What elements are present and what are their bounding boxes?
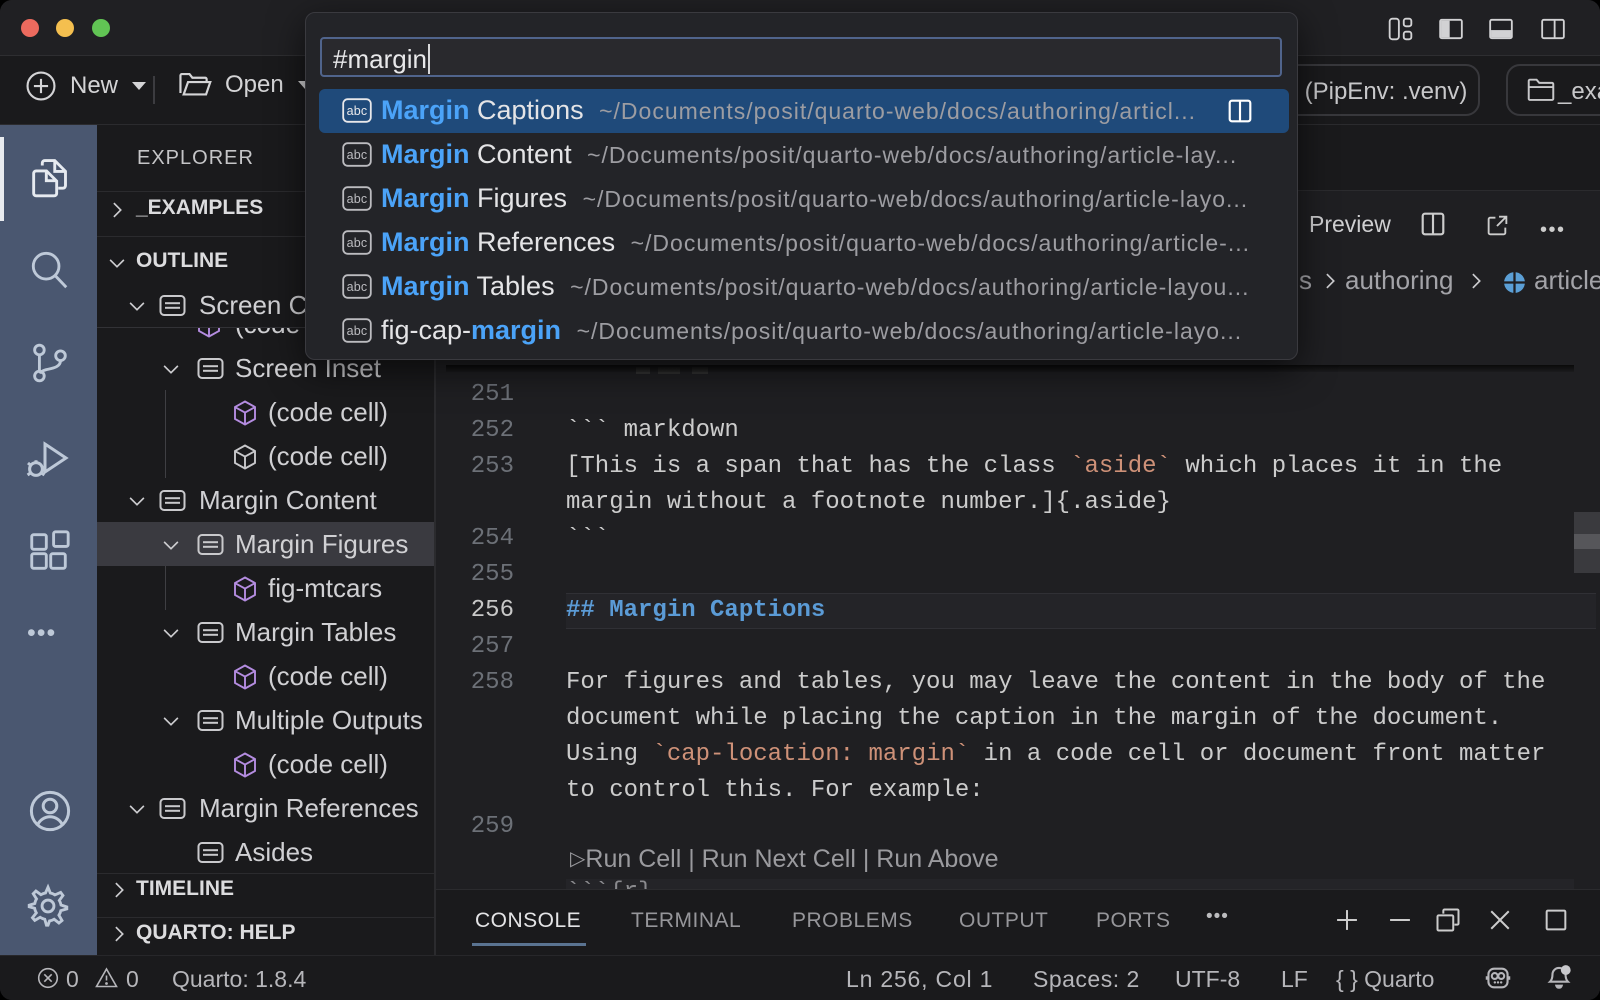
svg-text:abc: abc (347, 192, 368, 206)
svg-text:abc: abc (347, 324, 368, 338)
svg-text:abc: abc (347, 148, 368, 162)
svg-text:abc: abc (347, 236, 368, 250)
svg-text:abc: abc (347, 280, 368, 294)
svg-text:abc: abc (347, 104, 368, 118)
